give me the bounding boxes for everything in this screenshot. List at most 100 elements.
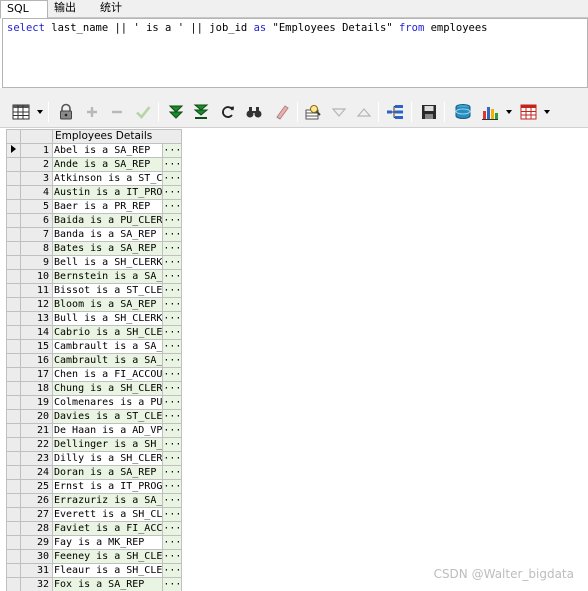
row-indicator[interactable] [6,185,21,200]
row-indicator[interactable] [6,479,21,494]
cell-editor-button[interactable]: ··· [162,521,183,536]
cell-editor-button[interactable]: ··· [162,311,183,326]
row-indicator[interactable] [6,213,21,228]
row-indicator[interactable] [6,493,21,508]
cell-employees-details[interactable]: Feeney is a SH_CLE [51,549,164,564]
cell-employees-details[interactable]: Colmenares is a PU [51,395,164,410]
table-row[interactable]: 20 Davies is a ST_CLE ··· [6,409,183,424]
cell-editor-button[interactable]: ··· [162,451,183,466]
cell-editor-button[interactable]: ··· [162,227,183,242]
table-row[interactable]: 17 Chen is a FI_ACCOU ··· [6,367,183,382]
cell-editor-button[interactable]: ··· [162,381,183,396]
cell-editor-button[interactable]: ··· [162,325,183,340]
table-row[interactable]: 12 Bloom is a SA_REP ··· [6,297,183,312]
cell-editor-button[interactable]: ··· [162,171,183,186]
row-indicator[interactable] [6,409,21,424]
row-indicator[interactable] [6,381,21,396]
table-export-icon[interactable] [520,103,538,121]
table-row[interactable]: 29 Fay is a MK_REP ··· [6,535,183,550]
grid-view-dropdown-icon[interactable] [37,110,43,114]
cell-editor-button[interactable]: ··· [162,437,183,452]
cell-editor-button[interactable]: ··· [162,409,183,424]
fetch-next-icon[interactable] [167,103,185,121]
cell-employees-details[interactable]: Atkinson is a ST_C [51,171,164,186]
grid-view-icon[interactable] [12,103,30,121]
row-indicator[interactable] [6,563,21,578]
tab-sql[interactable]: SQL [0,0,48,19]
row-indicator[interactable] [6,577,21,591]
table-row[interactable]: 24 Doran is a SA_REP ··· [6,465,183,480]
clear-icon[interactable] [273,103,291,121]
row-indicator[interactable] [6,157,21,172]
table-row[interactable]: 21 De Haan is a AD_VP ··· [6,423,183,438]
cell-employees-details[interactable]: Austin is a IT_PRO [51,185,164,200]
row-indicator[interactable] [6,521,21,536]
cell-employees-details[interactable]: Bernstein is a SA_ [51,269,164,284]
commit-check-icon[interactable] [134,103,152,121]
splitter[interactable] [0,88,588,96]
cell-editor-button[interactable]: ··· [162,255,183,270]
cell-editor-button[interactable]: ··· [162,577,183,591]
table-row[interactable]: 32 Fox is a SA_REP ··· [6,577,183,591]
table-row[interactable]: 14 Cabrio is a SH_CLE ··· [6,325,183,340]
explain-plan-icon[interactable] [386,103,404,121]
table-row[interactable]: 15 Cambrault is a SA_ ··· [6,339,183,354]
chart-dropdown-icon[interactable] [506,110,512,114]
cell-editor-button[interactable]: ··· [162,339,183,354]
cell-employees-details[interactable]: Bloom is a SA_REP [51,297,164,312]
cell-employees-details[interactable]: Bissot is a ST_CLE [51,283,164,298]
cell-editor-button[interactable]: ··· [162,297,183,312]
save-icon[interactable] [420,103,438,121]
table-row[interactable]: 5 Baer is a PR_REP ··· [6,199,183,214]
cell-employees-details[interactable]: Faviet is a FI_ACC [51,521,164,536]
row-indicator[interactable] [6,423,21,438]
row-indicator[interactable] [6,395,21,410]
table-row[interactable]: 13 Bull is a SH_CLERK ··· [6,311,183,326]
row-indicator[interactable] [6,535,21,550]
row-indicator[interactable] [6,297,21,312]
cell-employees-details[interactable]: Baida is a PU_CLER [51,213,164,228]
cell-employees-details[interactable]: Everett is a SH_CL [51,507,164,522]
cell-editor-button[interactable]: ··· [162,423,183,438]
cell-editor-button[interactable]: ··· [162,353,183,368]
row-indicator[interactable] [6,269,21,284]
cell-editor-button[interactable]: ··· [162,185,183,200]
table-row[interactable]: 3 Atkinson is a ST_C ··· [6,171,183,186]
cell-editor-button[interactable]: ··· [162,241,183,256]
row-indicator[interactable] [6,143,21,158]
cell-editor-button[interactable]: ··· [162,493,183,508]
row-indicator[interactable] [6,325,21,340]
cell-editor-button[interactable]: ··· [162,479,183,494]
table-row[interactable]: 25 Ernst is a IT_PROG ··· [6,479,183,494]
find-icon[interactable] [245,103,263,121]
cell-editor-button[interactable]: ··· [162,157,183,172]
cell-editor-button[interactable]: ··· [162,367,183,382]
row-indicator[interactable] [6,241,21,256]
row-indicator[interactable] [6,465,21,480]
row-indicator[interactable] [6,283,21,298]
cell-editor-button[interactable]: ··· [162,283,183,298]
cell-employees-details[interactable]: Cabrio is a SH_CLE [51,325,164,340]
table-row[interactable]: 16 Cambrault is a SA_ ··· [6,353,183,368]
lock-icon[interactable] [57,103,75,121]
cell-employees-details[interactable]: Errazuriz is a SA_ [51,493,164,508]
add-icon[interactable] [83,103,101,121]
table-row[interactable]: 8 Bates is a SA_REP ··· [6,241,183,256]
cell-employees-details[interactable]: Ernst is a IT_PROG [51,479,164,494]
table-row[interactable]: 6 Baida is a PU_CLER ··· [6,213,183,228]
row-indicator[interactable] [6,437,21,452]
cell-editor-button[interactable]: ··· [162,549,183,564]
table-export-dropdown-icon[interactable] [544,110,550,114]
cell-employees-details[interactable]: Dilly is a SH_CLER [51,451,164,466]
table-row[interactable]: 2 Ande is a SA_REP ··· [6,157,183,172]
cell-editor-button[interactable]: ··· [162,395,183,410]
fetch-all-icon[interactable] [192,103,210,121]
cell-employees-details[interactable]: Bull is a SH_CLERK [51,311,164,326]
table-row[interactable]: 30 Feeney is a SH_CLE ··· [6,549,183,564]
cell-employees-details[interactable]: Dellinger is a SH_ [51,437,164,452]
table-row[interactable]: 23 Dilly is a SH_CLER ··· [6,451,183,466]
row-indicator[interactable] [6,311,21,326]
chart-icon[interactable] [481,103,499,121]
cell-editor-button[interactable]: ··· [162,199,183,214]
row-indicator[interactable] [6,353,21,368]
